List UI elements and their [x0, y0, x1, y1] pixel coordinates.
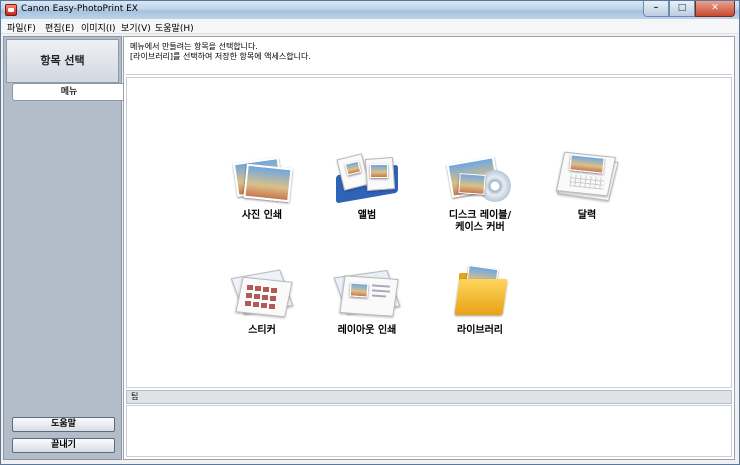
close-button[interactable]: ✕: [695, 1, 735, 17]
sidebar: 항목 선택 메뉴 도움말 끝내기: [3, 36, 125, 460]
layout-print-icon: [332, 263, 402, 321]
item-calendar[interactable]: 달력: [532, 148, 642, 222]
help-button[interactable]: 도움말: [12, 417, 115, 432]
title-bar[interactable]: Canon Easy-PhotoPrint EX – □ ✕: [1, 1, 739, 19]
minimize-button[interactable]: –: [643, 1, 669, 17]
item-photo-print[interactable]: 사진 인쇄: [207, 148, 317, 222]
app-window: Canon Easy-PhotoPrint EX – □ ✕ 파일(F) 편집(…: [0, 0, 740, 465]
sticker-icon: [227, 263, 297, 321]
tip-header: 팁: [126, 390, 732, 404]
item-disc-label[interactable]: 디스크 레이블/ 케이스 커버: [425, 148, 535, 234]
description-line-1: 메뉴에서 만들려는 항목을 선택합니다.: [130, 42, 258, 51]
menu-edit[interactable]: 편집(E): [45, 21, 74, 34]
tip-area: [126, 405, 732, 457]
disc-label-icon: [445, 148, 515, 206]
item-label: 디스크 레이블/ 케이스 커버: [448, 210, 512, 233]
item-label: 앨범: [357, 210, 377, 221]
item-library[interactable]: 라이브러리: [425, 263, 535, 337]
item-label: 스티커: [248, 325, 276, 336]
menu-file[interactable]: 파일(F): [7, 21, 36, 34]
item-label: 라이브러리: [457, 325, 503, 336]
library-folder-icon: [445, 263, 515, 321]
description-box: 메뉴에서 만들려는 항목을 선택합니다. [라이브러리]를 선택하여 저장한 항…: [126, 39, 732, 75]
tab-menu[interactable]: 메뉴: [12, 83, 125, 101]
app-logo-icon: [5, 4, 17, 16]
menu-image[interactable]: 이미지(I): [81, 21, 116, 34]
item-album[interactable]: 앨범: [312, 148, 422, 222]
album-icon: [332, 148, 402, 206]
menu-items-area: 사진 인쇄 앨범 디스크 레이블/ 케이스 커버 달력 스티커 레이아웃 인쇄 …: [126, 77, 732, 388]
photo-print-icon: [227, 148, 297, 206]
menu-bar: 파일(F) 편집(E) 이미지(I) 보기(V) 도움말(H): [1, 19, 739, 34]
item-label: 달력: [577, 210, 597, 221]
description-line-2: [라이브러리]를 선택하여 저장한 항목에 액세스합니다.: [130, 52, 311, 61]
item-layout-print[interactable]: 레이아웃 인쇄: [312, 263, 422, 337]
item-label: 사진 인쇄: [241, 210, 283, 221]
menu-view[interactable]: 보기(V): [121, 21, 151, 34]
calendar-icon: [552, 148, 622, 206]
maximize-button[interactable]: □: [669, 1, 695, 17]
main-panel: 메뉴에서 만들려는 항목을 선택합니다. [라이브러리]를 선택하여 저장한 항…: [123, 36, 735, 460]
exit-button[interactable]: 끝내기: [12, 438, 115, 453]
window-title: Canon Easy-PhotoPrint EX: [21, 4, 138, 14]
menu-help[interactable]: 도움말(H): [155, 21, 194, 34]
item-label: 레이아웃 인쇄: [337, 325, 397, 336]
sidebar-header: 항목 선택: [6, 39, 119, 83]
item-sticker[interactable]: 스티커: [207, 263, 317, 337]
